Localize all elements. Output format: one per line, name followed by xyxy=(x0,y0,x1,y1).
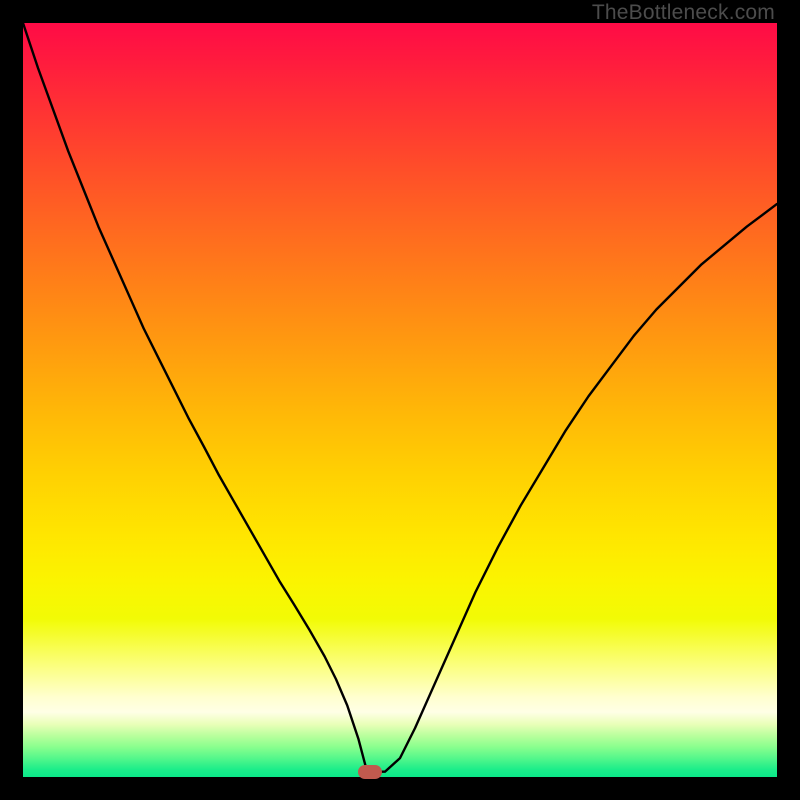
minimum-marker xyxy=(358,765,382,779)
bottleneck-curve xyxy=(23,23,777,777)
watermark-text: TheBottleneck.com xyxy=(592,1,775,25)
plot-area xyxy=(23,23,777,777)
chart-frame: TheBottleneck.com xyxy=(0,0,800,800)
